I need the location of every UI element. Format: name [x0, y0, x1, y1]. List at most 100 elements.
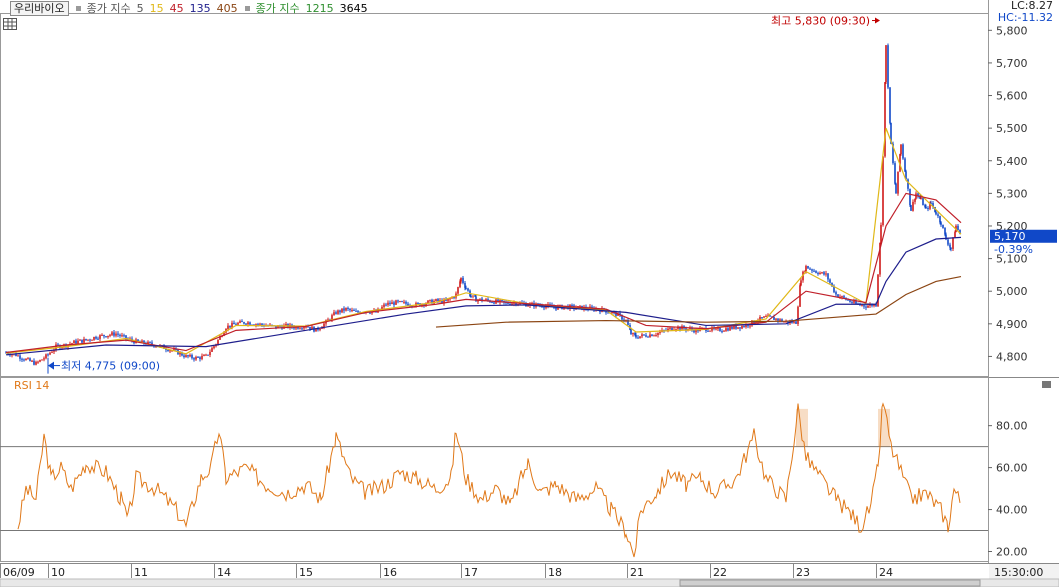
- candle-body: [45, 354, 47, 359]
- candle-body: [849, 300, 851, 302]
- candle-body: [89, 339, 91, 341]
- price-tick-label: 5,000: [996, 285, 1028, 298]
- candle-body: [867, 305, 869, 308]
- candle-body: [335, 312, 337, 314]
- vol-label: 종가 지수: [255, 2, 300, 15]
- candle-body: [855, 301, 857, 304]
- ma-period-405: 405: [216, 1, 238, 15]
- candle-body: [429, 299, 431, 301]
- candle-body: [829, 279, 831, 283]
- candle-body: [743, 326, 745, 328]
- candle-body: [942, 224, 944, 228]
- candle-body: [249, 322, 251, 325]
- ma-label: 종가 지수: [86, 2, 131, 15]
- candle-body: [880, 225, 882, 243]
- candle-body: [954, 232, 956, 238]
- candle-body: [470, 295, 472, 297]
- candle-body: [765, 316, 767, 318]
- candle-body: [243, 322, 245, 324]
- candle-body: [865, 306, 867, 308]
- stock-name-button[interactable]: 우리바이오: [10, 0, 69, 16]
- candle-body: [779, 319, 781, 321]
- candle-body: [669, 327, 671, 329]
- candle-body: [671, 327, 673, 331]
- candle-body: [937, 214, 939, 217]
- candle-body: [105, 336, 107, 338]
- candle-body: [369, 312, 371, 314]
- candle-body: [435, 299, 437, 301]
- candle-body: [391, 302, 393, 305]
- candle-body: [823, 272, 825, 275]
- candle-body: [109, 334, 111, 336]
- candle-body: [925, 206, 927, 208]
- current-price-label: 5,170: [994, 230, 1026, 243]
- candle-body: [725, 328, 727, 331]
- candle-body: [957, 225, 959, 230]
- candle-body: [113, 332, 115, 336]
- candle-body: [383, 304, 385, 307]
- candle-body: [737, 327, 739, 329]
- candle-body: [203, 355, 205, 357]
- candle-body: [895, 183, 897, 194]
- candle-body: [907, 179, 909, 189]
- rsi-tick-label: 40.00: [996, 504, 1028, 517]
- candle-body: [579, 305, 581, 307]
- grid-icon[interactable]: [3, 18, 17, 30]
- candle-body: [213, 346, 215, 349]
- candle-body: [349, 308, 351, 311]
- candle-body: [237, 322, 239, 325]
- hc-label: HC:-11.32: [997, 11, 1053, 24]
- candle-body: [245, 323, 247, 325]
- candle-body: [123, 335, 125, 337]
- rsi-pane-collapse-icon[interactable]: [1042, 381, 1051, 388]
- candle-body: [35, 361, 37, 365]
- candle-body: [19, 355, 21, 359]
- candle-body: [217, 339, 219, 345]
- candle-body: [341, 308, 343, 313]
- rsi-line: [17, 402, 961, 558]
- time-right-label: 15:30:00: [994, 566, 1043, 579]
- candle-body: [85, 338, 87, 341]
- candle-body: [107, 335, 109, 338]
- vol-period-3645: 3645: [339, 1, 368, 15]
- candle-body: [805, 266, 807, 272]
- candle-body: [935, 212, 937, 215]
- candle-body: [401, 301, 403, 303]
- candle-body: [347, 307, 349, 309]
- candle-body: [97, 338, 99, 340]
- candle-body: [741, 326, 743, 329]
- candle-body: [399, 301, 401, 303]
- candle-body: [709, 330, 711, 332]
- candle-body: [395, 300, 397, 305]
- candle-body: [920, 197, 922, 199]
- price-tick-label: 5,400: [996, 155, 1028, 168]
- candle-body: [417, 303, 419, 305]
- candle-body: [437, 299, 439, 302]
- candle-body: [205, 354, 207, 356]
- candle-body: [261, 323, 263, 325]
- price-tick-label: 5,600: [996, 90, 1028, 103]
- stock-chart[interactable]: 5,8005,7005,6005,5005,4005,3005,2005,100…: [0, 0, 1059, 587]
- candle-body: [863, 305, 865, 307]
- candle-body: [922, 197, 924, 206]
- candle-body: [479, 298, 481, 300]
- candle-body: [81, 339, 83, 343]
- candle-body: [121, 335, 123, 337]
- candle-body: [353, 309, 355, 311]
- candle-body: [191, 354, 193, 359]
- candle-body: [731, 326, 733, 329]
- candle-body: [301, 328, 303, 330]
- scrollbar-thumb[interactable]: [679, 579, 981, 587]
- candle-body: [241, 321, 243, 323]
- candle-body: [21, 358, 23, 360]
- time-tick-label: 15: [299, 566, 313, 579]
- chart-header: 우리바이오 종가 지수 5 15 45 135 405 종가 지수 1215 3…: [0, 0, 368, 16]
- candle-body: [485, 299, 487, 301]
- candle-body: [307, 326, 309, 328]
- candle-body: [465, 287, 467, 289]
- price-tick-label: 4,900: [996, 318, 1028, 331]
- candle-body: [309, 326, 311, 330]
- candle-body: [189, 354, 191, 357]
- candle-body: [99, 335, 101, 339]
- candle-body: [707, 330, 709, 332]
